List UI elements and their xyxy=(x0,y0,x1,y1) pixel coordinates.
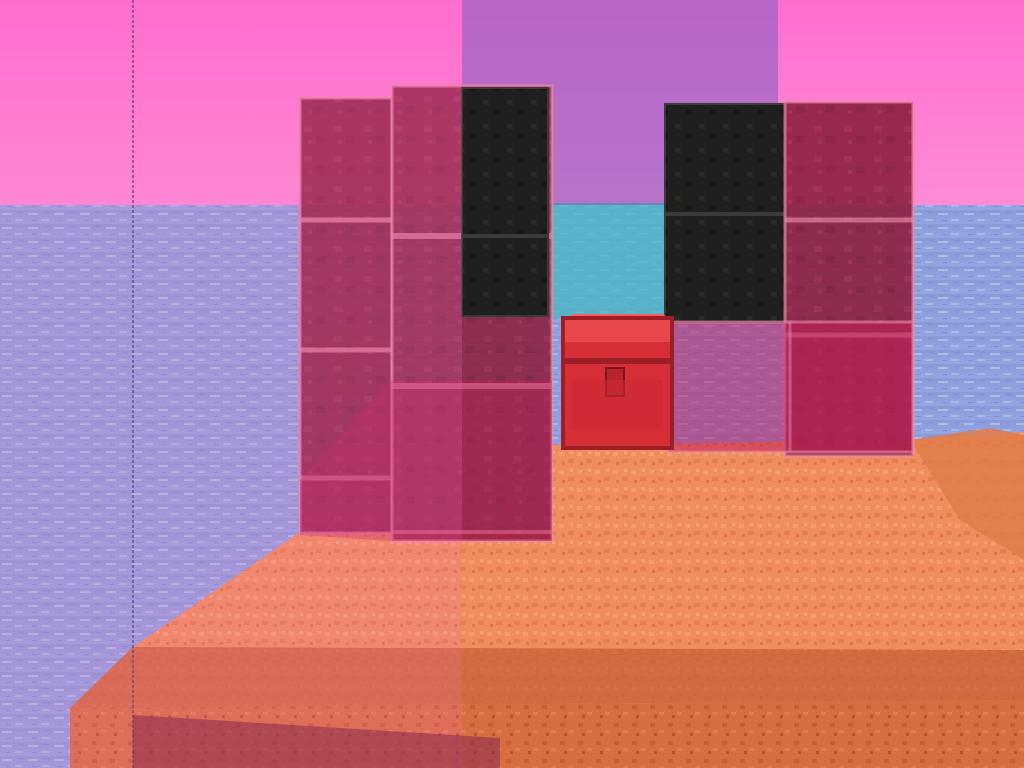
dark-pillar-left[interactable] xyxy=(461,87,549,317)
game-viewport[interactable] xyxy=(0,0,1024,768)
near-glass-pane xyxy=(0,0,462,768)
red-chest[interactable] xyxy=(561,314,674,450)
glass-block-right-base[interactable] xyxy=(666,320,915,454)
dark-pillar-right[interactable] xyxy=(664,103,786,323)
